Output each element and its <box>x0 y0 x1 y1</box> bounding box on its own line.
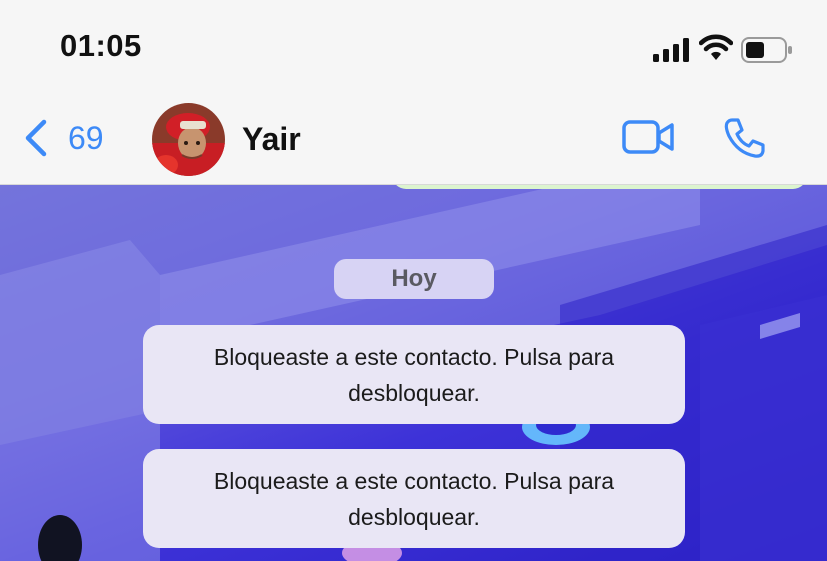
notice-text: Bloqueaste a este contacto. Pulsa para d… <box>213 343 615 406</box>
notice-text: Bloqueaste a este contacto. Pulsa para d… <box>213 467 615 530</box>
video-call-icon[interactable] <box>622 119 674 155</box>
previous-message-bubble <box>392 185 807 189</box>
blocked-contact-notice[interactable]: Bloqueaste a este contacto. Pulsa para d… <box>143 449 685 548</box>
unread-count: 69 <box>68 119 104 156</box>
phone-call-icon[interactable] <box>722 116 766 160</box>
back-button[interactable]: 69 <box>22 118 104 158</box>
avatar[interactable] <box>152 103 225 176</box>
wifi-icon <box>699 34 733 60</box>
battery-icon <box>741 37 792 63</box>
chat-area[interactable]: Hoy Bloqueaste a este contacto. Pulsa pa… <box>0 185 827 561</box>
blocked-contact-notice[interactable]: Bloqueaste a este contacto. Pulsa para d… <box>143 325 685 424</box>
contact-name[interactable]: Yair <box>242 121 301 158</box>
status-bar: 01:05 <box>0 0 827 96</box>
avatar-photo <box>152 103 225 176</box>
chat-header: 69 Yair <box>0 96 827 185</box>
chevron-left-icon <box>25 119 47 157</box>
cellular-signal-icon <box>653 38 689 62</box>
status-time: 01:05 <box>60 28 142 63</box>
date-separator: Hoy <box>334 259 494 299</box>
